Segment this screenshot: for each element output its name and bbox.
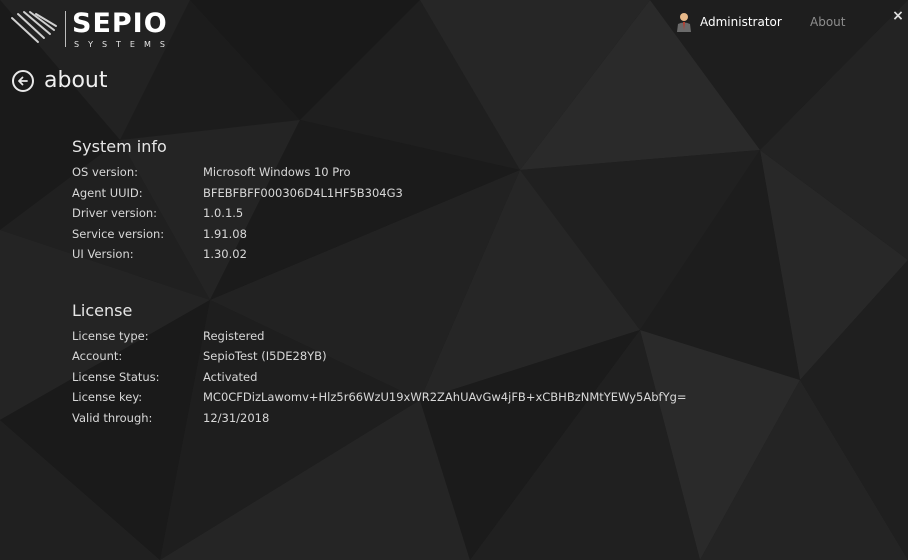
back-arrow-icon xyxy=(18,76,28,86)
valid-through-label: Valid through: xyxy=(72,410,153,425)
ui-version-value: 1.30.02 xyxy=(203,247,247,261)
service-version-value: 1.91.08 xyxy=(203,226,247,241)
account-label: Account: xyxy=(72,349,123,363)
sepio-logo-icon xyxy=(11,11,57,43)
logo-text: SEPIO xyxy=(72,8,168,39)
info-row: License type: Registered xyxy=(72,326,872,347)
driver-version-value: 1.0.1.5 xyxy=(203,206,244,220)
license-key-label: License key: xyxy=(72,390,143,404)
user-menu[interactable]: Administrator xyxy=(676,12,782,32)
info-row: Agent UUID: BFEBFBFF000306D4L1HF5B304G3 xyxy=(72,183,872,204)
license-key-value: MC0CFDizLawomv+Hlz5r66WzU19xWR2ZAhUAvGw4… xyxy=(203,390,687,404)
info-row: Service version: 1.91.08 xyxy=(72,224,872,245)
agent-uuid-label: Agent UUID: xyxy=(72,185,143,200)
service-version-label: Service version: xyxy=(72,226,165,241)
about-window: SEPIO SYSTEMS Administrator About × abou… xyxy=(0,0,908,560)
info-row: License Status: Activated xyxy=(72,367,872,388)
top-bar: SEPIO SYSTEMS Administrator About × xyxy=(0,0,908,56)
info-row: Driver version: 1.0.1.5 xyxy=(72,203,872,224)
about-link[interactable]: About xyxy=(810,15,845,29)
info-row: OS version: Microsoft Windows 10 Pro xyxy=(72,162,872,183)
page-title: about xyxy=(44,68,108,93)
agent-uuid-value: BFEBFBFF000306D4L1HF5B304G3 xyxy=(203,185,403,200)
user-name[interactable]: Administrator xyxy=(700,15,782,29)
os-version-label: OS version: xyxy=(72,165,139,179)
info-row: Account: SepioTest (I5DE28YB) xyxy=(72,346,872,367)
about-content: System info OS version: Microsoft Window… xyxy=(72,132,872,428)
account-value: SepioTest (I5DE28YB) xyxy=(203,349,327,363)
page-header: about xyxy=(12,66,107,96)
system-info-section: System info OS version: Microsoft Window… xyxy=(72,132,872,265)
license-type-label: License type: xyxy=(72,328,149,343)
user-icon xyxy=(677,13,691,32)
license-status-value: Activated xyxy=(203,369,258,384)
license-section: License License type: Registered Account… xyxy=(72,296,872,429)
system-info-title: System info xyxy=(72,137,167,156)
info-row: UI Version: 1.30.02 xyxy=(72,244,872,265)
ui-version-label: UI Version: xyxy=(72,247,134,261)
valid-through-value: 12/31/2018 xyxy=(203,410,270,425)
logo-divider xyxy=(65,11,66,47)
license-type-value: Registered xyxy=(203,328,265,343)
sepio-logo: SEPIO SYSTEMS xyxy=(8,6,178,50)
driver-version-label: Driver version: xyxy=(72,206,158,220)
info-row: Valid through: 12/31/2018 xyxy=(72,408,872,429)
logo-subtext: SYSTEMS xyxy=(74,40,174,49)
os-version-value: Microsoft Windows 10 Pro xyxy=(203,165,351,179)
info-row: License key: MC0CFDizLawomv+Hlz5r66WzU19… xyxy=(72,387,872,408)
back-button[interactable] xyxy=(12,70,34,92)
close-icon[interactable]: × xyxy=(891,8,905,24)
license-title: License xyxy=(72,300,133,320)
license-status-label: License Status: xyxy=(72,369,160,384)
